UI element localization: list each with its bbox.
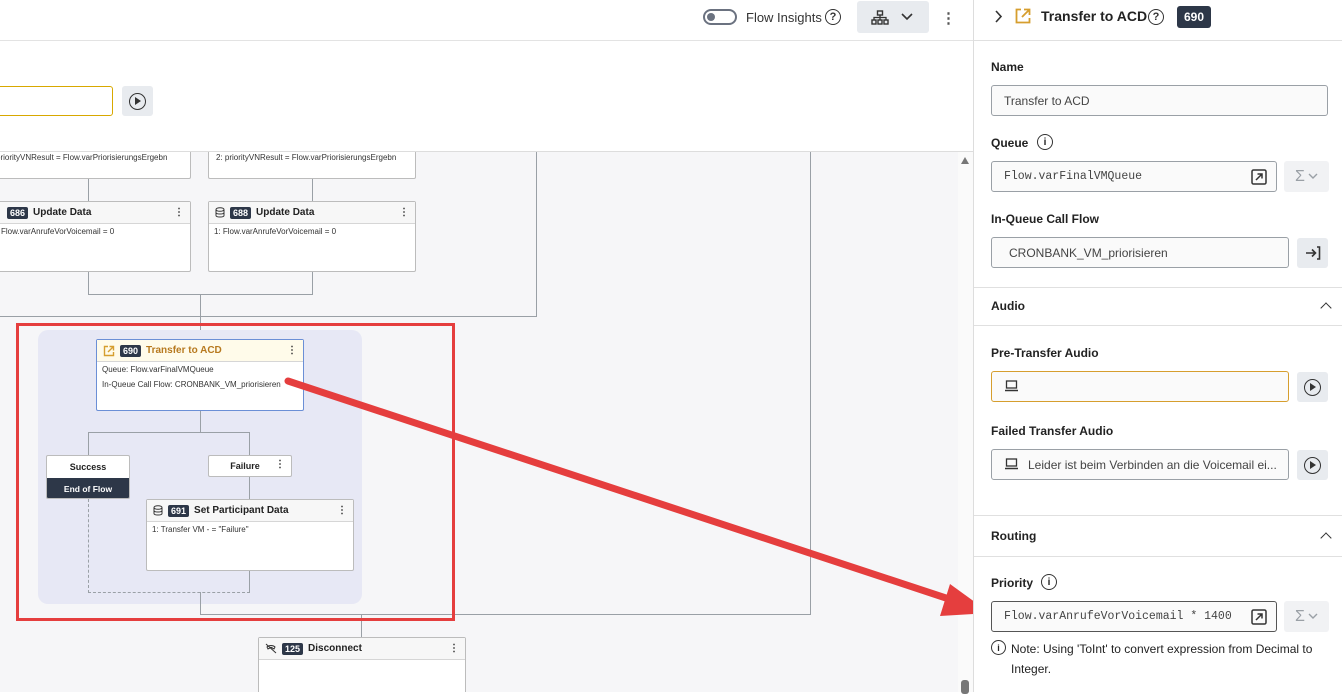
play-button[interactable]	[122, 86, 153, 116]
layout-menu-button[interactable]	[857, 1, 929, 33]
node-id-badge: 686	[7, 206, 29, 219]
queue-label: Queue	[991, 136, 1029, 150]
info-icon[interactable]: i	[1037, 134, 1053, 150]
help-icon[interactable]: ?	[1148, 9, 1164, 25]
node-id-badge: 688	[230, 206, 252, 219]
disconnect-phone-icon	[265, 643, 277, 654]
flow-node-disconnect[interactable]: 125 Disconnect ⋮	[258, 637, 466, 692]
expression-toggle-button[interactable]: Σ	[1284, 601, 1329, 632]
audio-section-header[interactable]: Audio	[991, 299, 1025, 313]
top-toolbar: Flow Insights ? ⋮	[0, 0, 973, 41]
priority-field[interactable]: Flow.varAnrufeVorVoicemail * 1400	[991, 601, 1277, 632]
failed-transfer-audio-field[interactable]: Leider ist beim Verbinden an die Voicema…	[991, 449, 1289, 480]
play-icon	[1304, 456, 1321, 474]
sign-in-arrow-icon	[1305, 246, 1320, 260]
flow-node-partial-right[interactable]: 2: priorityVNResult = Flow.varPriorisier…	[208, 152, 416, 179]
node-menu-icon[interactable]: ⋮	[399, 207, 409, 218]
properties-panel: Transfer to ACD ? 690 Name Transfer to A…	[973, 0, 1342, 692]
search-input[interactable]	[0, 86, 113, 116]
laptop-icon	[1005, 458, 1018, 470]
flow-node-update-data[interactable]: 686 Update Data ⋮ Flow.varAnrufeVorVoicema…	[0, 201, 191, 272]
node-id-badge: 125	[282, 642, 304, 655]
help-icon[interactable]: ?	[825, 9, 841, 25]
flow-insights-label: Flow Insights	[746, 10, 822, 25]
priority-label: Priority	[991, 576, 1034, 590]
play-audio-button[interactable]	[1297, 450, 1328, 480]
conversion-note: Note: Using 'ToInt' to convert expressio…	[1011, 642, 1313, 676]
node-menu-icon[interactable]: ⋮	[449, 643, 459, 654]
panel-title: Transfer to ACD	[1041, 8, 1148, 24]
routing-section-header[interactable]: Routing	[991, 529, 1036, 543]
chevron-up-icon[interactable]	[1320, 532, 1332, 544]
database-icon	[215, 207, 225, 218]
flow-insights-toggle[interactable]	[703, 9, 737, 25]
canvas-scrollbar[interactable]	[958, 152, 973, 694]
flow-node-partial-left[interactable]: priorityVNResult = Flow.varPriorisierung…	[0, 152, 191, 179]
play-icon	[129, 92, 146, 110]
node-title: Update Data	[33, 207, 92, 218]
chevron-down-icon	[1308, 613, 1318, 619]
name-field[interactable]: Transfer to ACD	[991, 85, 1328, 116]
node-title: Disconnect	[308, 643, 362, 654]
play-audio-button[interactable]	[1297, 372, 1328, 402]
chevron-up-icon[interactable]	[1320, 302, 1332, 314]
pre-transfer-audio-label: Pre-Transfer Audio	[991, 346, 1099, 360]
inqueue-call-flow-label: In-Queue Call Flow	[991, 212, 1100, 226]
node-title: Update Data	[256, 207, 315, 218]
external-link-icon	[1015, 8, 1031, 24]
annotation-highlight-box	[16, 323, 455, 621]
more-options-icon[interactable]: ⋮	[941, 9, 956, 27]
flow-node-update-data[interactable]: 688 Update Data ⋮ 1: Flow.varAnrufeVorVoic…	[208, 201, 416, 272]
inqueue-call-flow-field[interactable]: CRONBANK_VM_priorisieren	[991, 237, 1289, 268]
chevron-down-icon	[1308, 173, 1318, 179]
node-menu-icon[interactable]: ⋮	[174, 207, 184, 218]
pre-transfer-audio-field[interactable]	[991, 371, 1289, 402]
open-link-icon[interactable]	[1251, 609, 1267, 625]
node-id-badge: 690	[1177, 6, 1212, 28]
expression-toggle-button[interactable]: Σ	[1284, 161, 1329, 192]
name-label: Name	[991, 60, 1024, 74]
queue-field[interactable]: Flow.varFinalVMQueue	[991, 161, 1277, 192]
laptop-icon	[1005, 380, 1018, 392]
chevron-down-icon	[901, 13, 913, 21]
info-icon: i	[991, 640, 1006, 655]
failed-transfer-audio-label: Failed Transfer Audio	[991, 424, 1114, 438]
org-chart-icon	[871, 10, 889, 25]
play-icon	[1304, 378, 1321, 396]
info-icon[interactable]: i	[1041, 574, 1057, 590]
chevron-right-icon[interactable]	[994, 10, 1003, 23]
open-link-icon[interactable]	[1251, 169, 1267, 185]
go-to-flow-button[interactable]	[1297, 238, 1328, 268]
